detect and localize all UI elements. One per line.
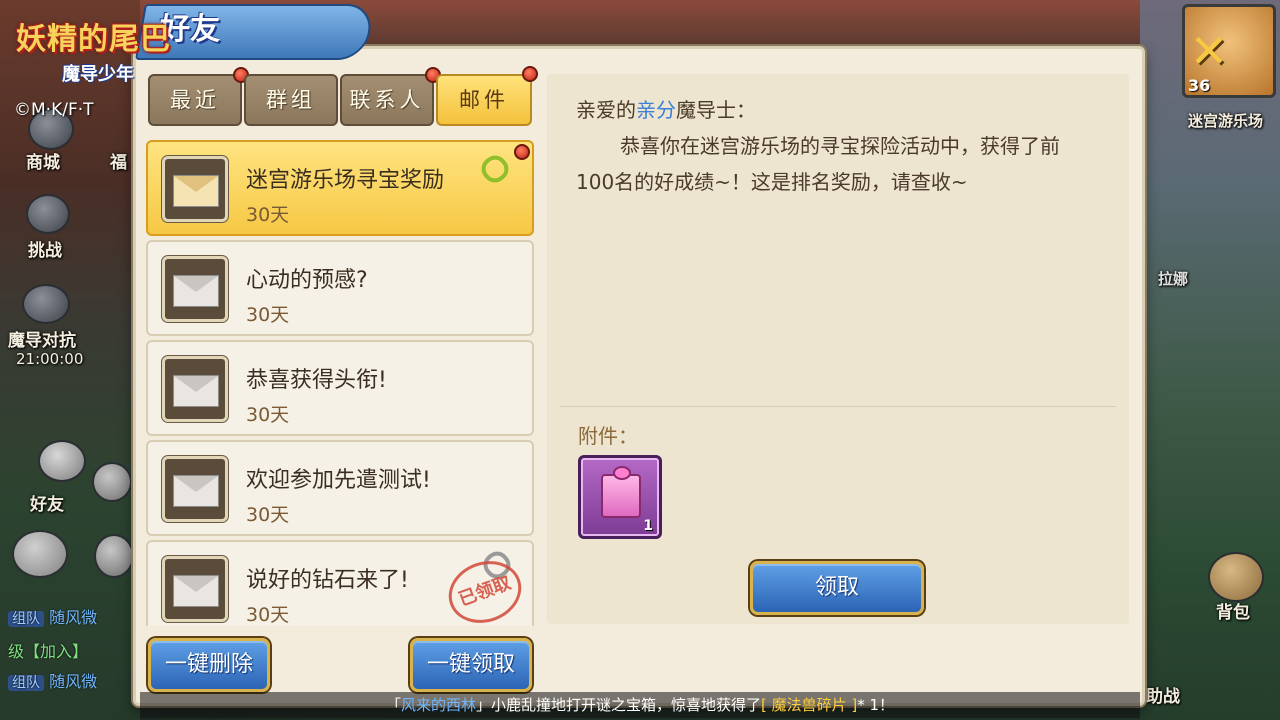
copyright-text: ©M·K/F·T [14, 100, 94, 120]
greeting-suffix: 魔导士： [676, 98, 756, 122]
paperclip-icon [476, 150, 514, 188]
game-logo: 妖精的尾巴 [16, 22, 171, 57]
announcement-text: 小鹿乱撞地打开谜之宝箱，惊喜地获得了 [490, 696, 761, 714]
mail-expiry: 30天 [246, 204, 290, 226]
attachment-label: 附件： [578, 424, 638, 448]
chat-line-2: 级【加入】 [8, 638, 88, 662]
greeting-name: 亲分 [636, 98, 676, 122]
announcement-count: * 1！ [857, 696, 895, 714]
claim-all-button[interactable]: 一键领取 [410, 638, 532, 692]
announcement-open-bracket: 「 [385, 696, 401, 714]
arena-label: 魔导对抗 [8, 331, 76, 351]
friends-label: 好友 [30, 495, 64, 515]
challenge-icon[interactable] [26, 194, 70, 234]
player-level: 36 [1188, 76, 1211, 95]
gift-bag-icon [601, 474, 641, 518]
greeting-prefix: 亲爱的 [576, 98, 636, 122]
mail-expiry: 30天 [246, 504, 290, 526]
chat-text: 级【加入】 [8, 642, 89, 661]
friends-icon[interactable] [38, 440, 86, 482]
divider [560, 406, 1116, 407]
mail-title: 心动的预感? [246, 268, 368, 293]
claim-button[interactable]: 领取 [750, 561, 924, 615]
chat-bubble-icon[interactable] [12, 530, 68, 578]
mail-unread-dot [514, 144, 530, 160]
npc-name: 拉娜 [1158, 270, 1189, 288]
chat-tag: 组队 [8, 675, 44, 691]
heart-icon[interactable] [92, 462, 132, 502]
mail-expiry: 30天 [246, 304, 290, 326]
envelope-icon [162, 556, 228, 622]
mail-title: 迷宫游乐场寻宝奖励 [246, 168, 445, 193]
tab-mail-notification-dot [522, 66, 538, 82]
shop-label: 商城 [26, 153, 60, 173]
system-announcement: 「风来的西林」小鹿乱撞地打开谜之宝箱，惊喜地获得了[ 魔法兽碎片 ]* 1！ [140, 692, 1140, 718]
chat-line-1: 组队 随风微 [8, 604, 97, 628]
assist-label: 助战 [1146, 687, 1180, 707]
envelope-icon [162, 456, 228, 522]
mail-expiry: 30天 [246, 604, 290, 626]
delete-all-button[interactable]: 一键删除 [148, 638, 270, 692]
mail-expiry: 30天 [246, 404, 290, 426]
tab-groups[interactable]: 群组 [244, 74, 338, 126]
envelope-icon [162, 256, 228, 322]
background-right [1140, 0, 1280, 720]
close-icon[interactable]: ✕ [1186, 28, 1232, 76]
chat-text: 随风微 [49, 672, 98, 691]
chat-tag: 组队 [8, 611, 44, 627]
mail-greeting: 亲爱的亲分魔导士： [576, 94, 756, 123]
mail-item[interactable]: 迷宫游乐场寻宝奖励 30天 [146, 140, 534, 236]
attachment-item[interactable]: 1 [578, 455, 662, 539]
gift-bow-icon [613, 466, 631, 480]
mail-title: 欢迎参加先遣测试! [246, 468, 431, 493]
tab-mail[interactable]: 邮件 [436, 74, 532, 126]
tab-contacts[interactable]: 联系人 [340, 74, 434, 126]
mail-body: 恭喜你在迷宫游乐场的寻宝探险活动中，获得了前100名的好成绩~！这是排名奖励，请… [576, 134, 1060, 194]
tab-recent[interactable]: 最近 [148, 74, 242, 126]
chat-text: 随风微 [49, 608, 98, 627]
arena-icon[interactable] [22, 284, 70, 324]
envelope-icon [162, 356, 228, 422]
arena-time: 21:00:00 [16, 350, 84, 368]
attachment-count: 1 [643, 518, 653, 534]
mail-title: 说好的钻石来了! [246, 568, 409, 593]
bag-icon[interactable] [1208, 552, 1264, 602]
bag-label: 背包 [1216, 603, 1250, 623]
announcement-item: [ 魔法兽碎片 ] [761, 696, 858, 714]
mail-item[interactable]: 说好的钻石来了! 30天 已领取 [146, 540, 534, 626]
welfare-label: 福 [110, 153, 127, 173]
challenge-label: 挑战 [28, 241, 62, 261]
mail-title: 恭喜获得头衔! [246, 368, 387, 393]
announcement-close-bracket: 」 [475, 696, 491, 714]
microphone-icon[interactable] [94, 534, 134, 578]
claimed-stamp: 已领取 [439, 551, 531, 626]
chat-line-3: 组队 随风微 [8, 668, 97, 692]
envelope-icon [162, 156, 228, 222]
mail-item[interactable]: 欢迎参加先遣测试! 30天 [146, 440, 534, 536]
mail-list[interactable]: 迷宫游乐场寻宝奖励 30天 心动的预感? 30天 恭喜获得头衔! 30天 欢迎参… [146, 140, 534, 626]
announcement-player-name: 风来的西林 [400, 696, 476, 714]
mail-item[interactable]: 恭喜获得头衔! 30天 [146, 340, 534, 436]
mail-item[interactable]: 心动的预感? 30天 [146, 240, 534, 336]
game-logo-subtitle: 魔导少年 [62, 64, 134, 85]
event-label[interactable]: 迷宫游乐场 [1188, 110, 1263, 131]
